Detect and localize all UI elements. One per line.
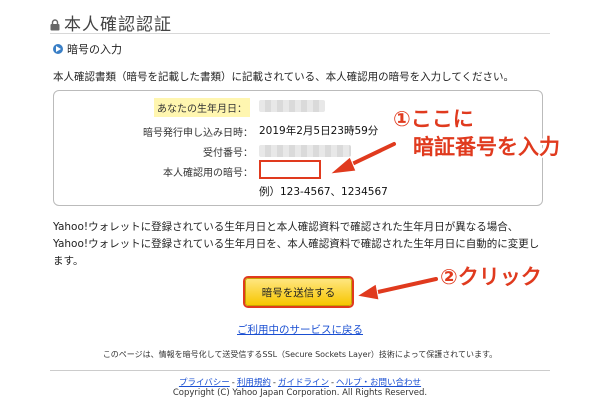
annotation-step2: ②クリック — [440, 265, 542, 289]
annotation-arrows — [328, 140, 440, 301]
annotation-step1-line2: 暗証番号を入力 — [413, 135, 560, 159]
arrow-to-submit-button — [355, 275, 440, 301]
arrow-to-code-input — [328, 140, 398, 175]
annotation-step1-line1: ①ここに — [393, 107, 474, 131]
